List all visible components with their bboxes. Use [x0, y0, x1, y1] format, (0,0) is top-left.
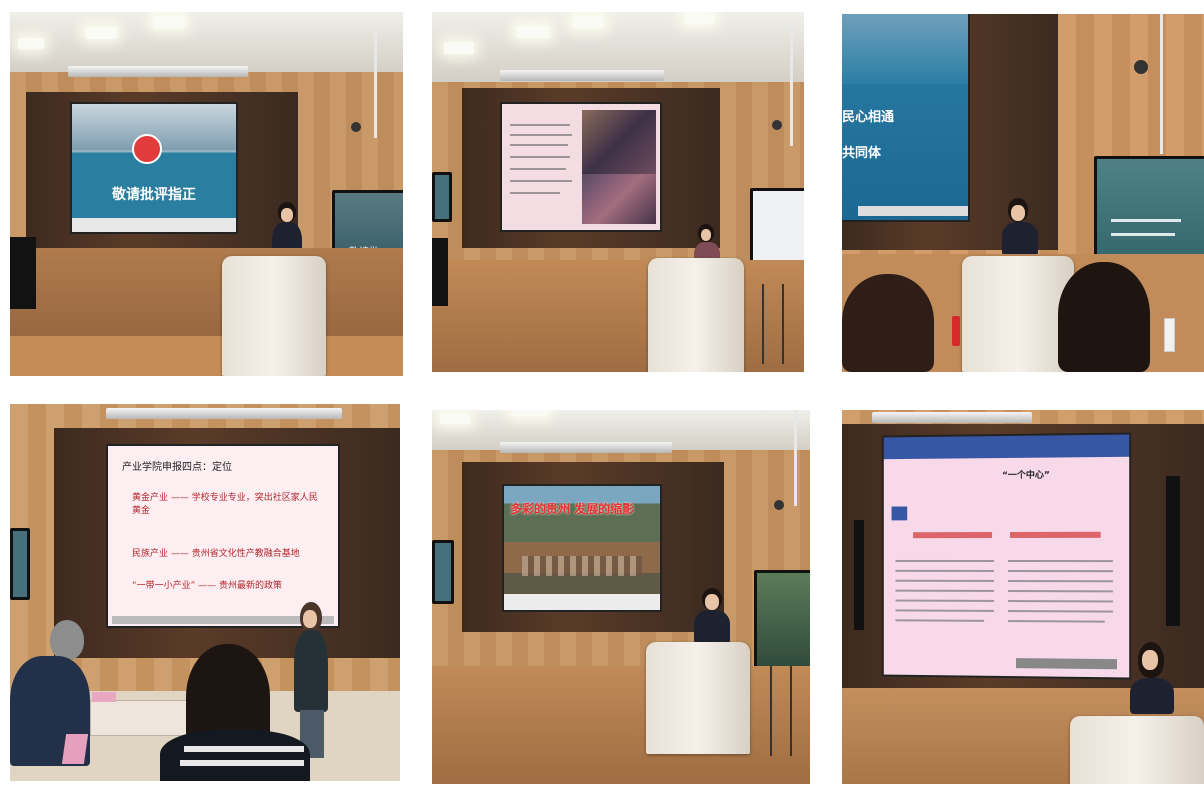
projection-screen: 产业学院申报四点：定位 黄金产业 —— 学校专业专业，突出社区家人民黄金 民族产…: [106, 444, 340, 628]
ceiling-light: [18, 38, 44, 49]
slide-line-2: 共同体: [842, 146, 882, 161]
camera-pole: [790, 22, 793, 146]
ceiling-light: [516, 26, 550, 38]
left-display: [432, 540, 454, 604]
photo-1-lecture-hall: 敬请批评指正 敬请批: [10, 12, 403, 376]
slide-title: 敬请批评指正: [112, 187, 196, 203]
projection-screen: 多彩的贵州 发展的缩影: [502, 484, 662, 612]
photo-2-lecture-hall: [432, 12, 804, 372]
ceiling-light: [444, 42, 474, 54]
camera-pole: [1160, 14, 1163, 154]
photo-6-lecture-hall: “一个中心”: [842, 410, 1204, 784]
display-stand: [770, 666, 772, 756]
slide-header: “一个中心”: [1002, 470, 1050, 482]
display-stand: [782, 284, 784, 364]
display-stand: [790, 666, 792, 756]
stage: [432, 666, 810, 784]
ceiling-camera: [1134, 60, 1148, 74]
podium: [648, 258, 744, 372]
left-display: [10, 528, 30, 600]
projection-screen: “一个中心”: [881, 432, 1132, 680]
podium: [222, 256, 326, 376]
left-display: [432, 172, 452, 222]
ceiling-light: [85, 27, 117, 39]
camera-pole: [374, 28, 377, 138]
ceiling-light: [153, 16, 185, 28]
ceiling-camera: [772, 120, 782, 130]
stage: [432, 260, 804, 372]
side-display: [754, 570, 810, 672]
projection-screen: 民心相通 共同体: [842, 14, 970, 222]
ceiling-camera: [351, 122, 361, 132]
slide-item-3: “一带一小产业” —— 贵州最新的政策: [132, 581, 283, 591]
ceiling-light: [572, 16, 604, 28]
projection-screen: 敬请批评指正: [70, 102, 238, 234]
slide-title: 多彩的贵州 发展的缩影: [510, 502, 635, 516]
ceiling-light: [440, 414, 470, 424]
camera-pole: [794, 410, 797, 506]
display-stand: [762, 284, 764, 364]
slide-item-2: 民族产业 —— 贵州省文化性产教融合基地: [132, 549, 300, 559]
slide-item-1: 黄金产业 —— 学校专业专业，突出社区家人民黄金: [132, 493, 318, 516]
screen-rail: [68, 66, 248, 77]
podium: [1070, 716, 1204, 784]
ceiling-light: [684, 14, 714, 24]
screen-rail: [106, 408, 342, 419]
photo-4-lecture-hall: 产业学院申报四点：定位 黄金产业 —— 学校专业专业，突出社区家人民黄金 民族产…: [10, 404, 400, 781]
photo-5-lecture-hall: 多彩的贵州 发展的缩影: [432, 410, 810, 784]
photo-3-lecture-hall: 民心相通 共同体: [842, 14, 1204, 372]
slide-line-1: 民心相通: [842, 110, 895, 125]
ceiling-light: [512, 410, 548, 416]
screen-rail: [872, 412, 1032, 423]
screen-rail: [500, 442, 672, 453]
ceiling-camera: [774, 500, 784, 510]
projection-screen: [500, 102, 662, 232]
screen-rail: [500, 70, 664, 81]
slide-heading: 产业学院申报四点：定位: [122, 462, 232, 473]
podium: [646, 642, 750, 754]
